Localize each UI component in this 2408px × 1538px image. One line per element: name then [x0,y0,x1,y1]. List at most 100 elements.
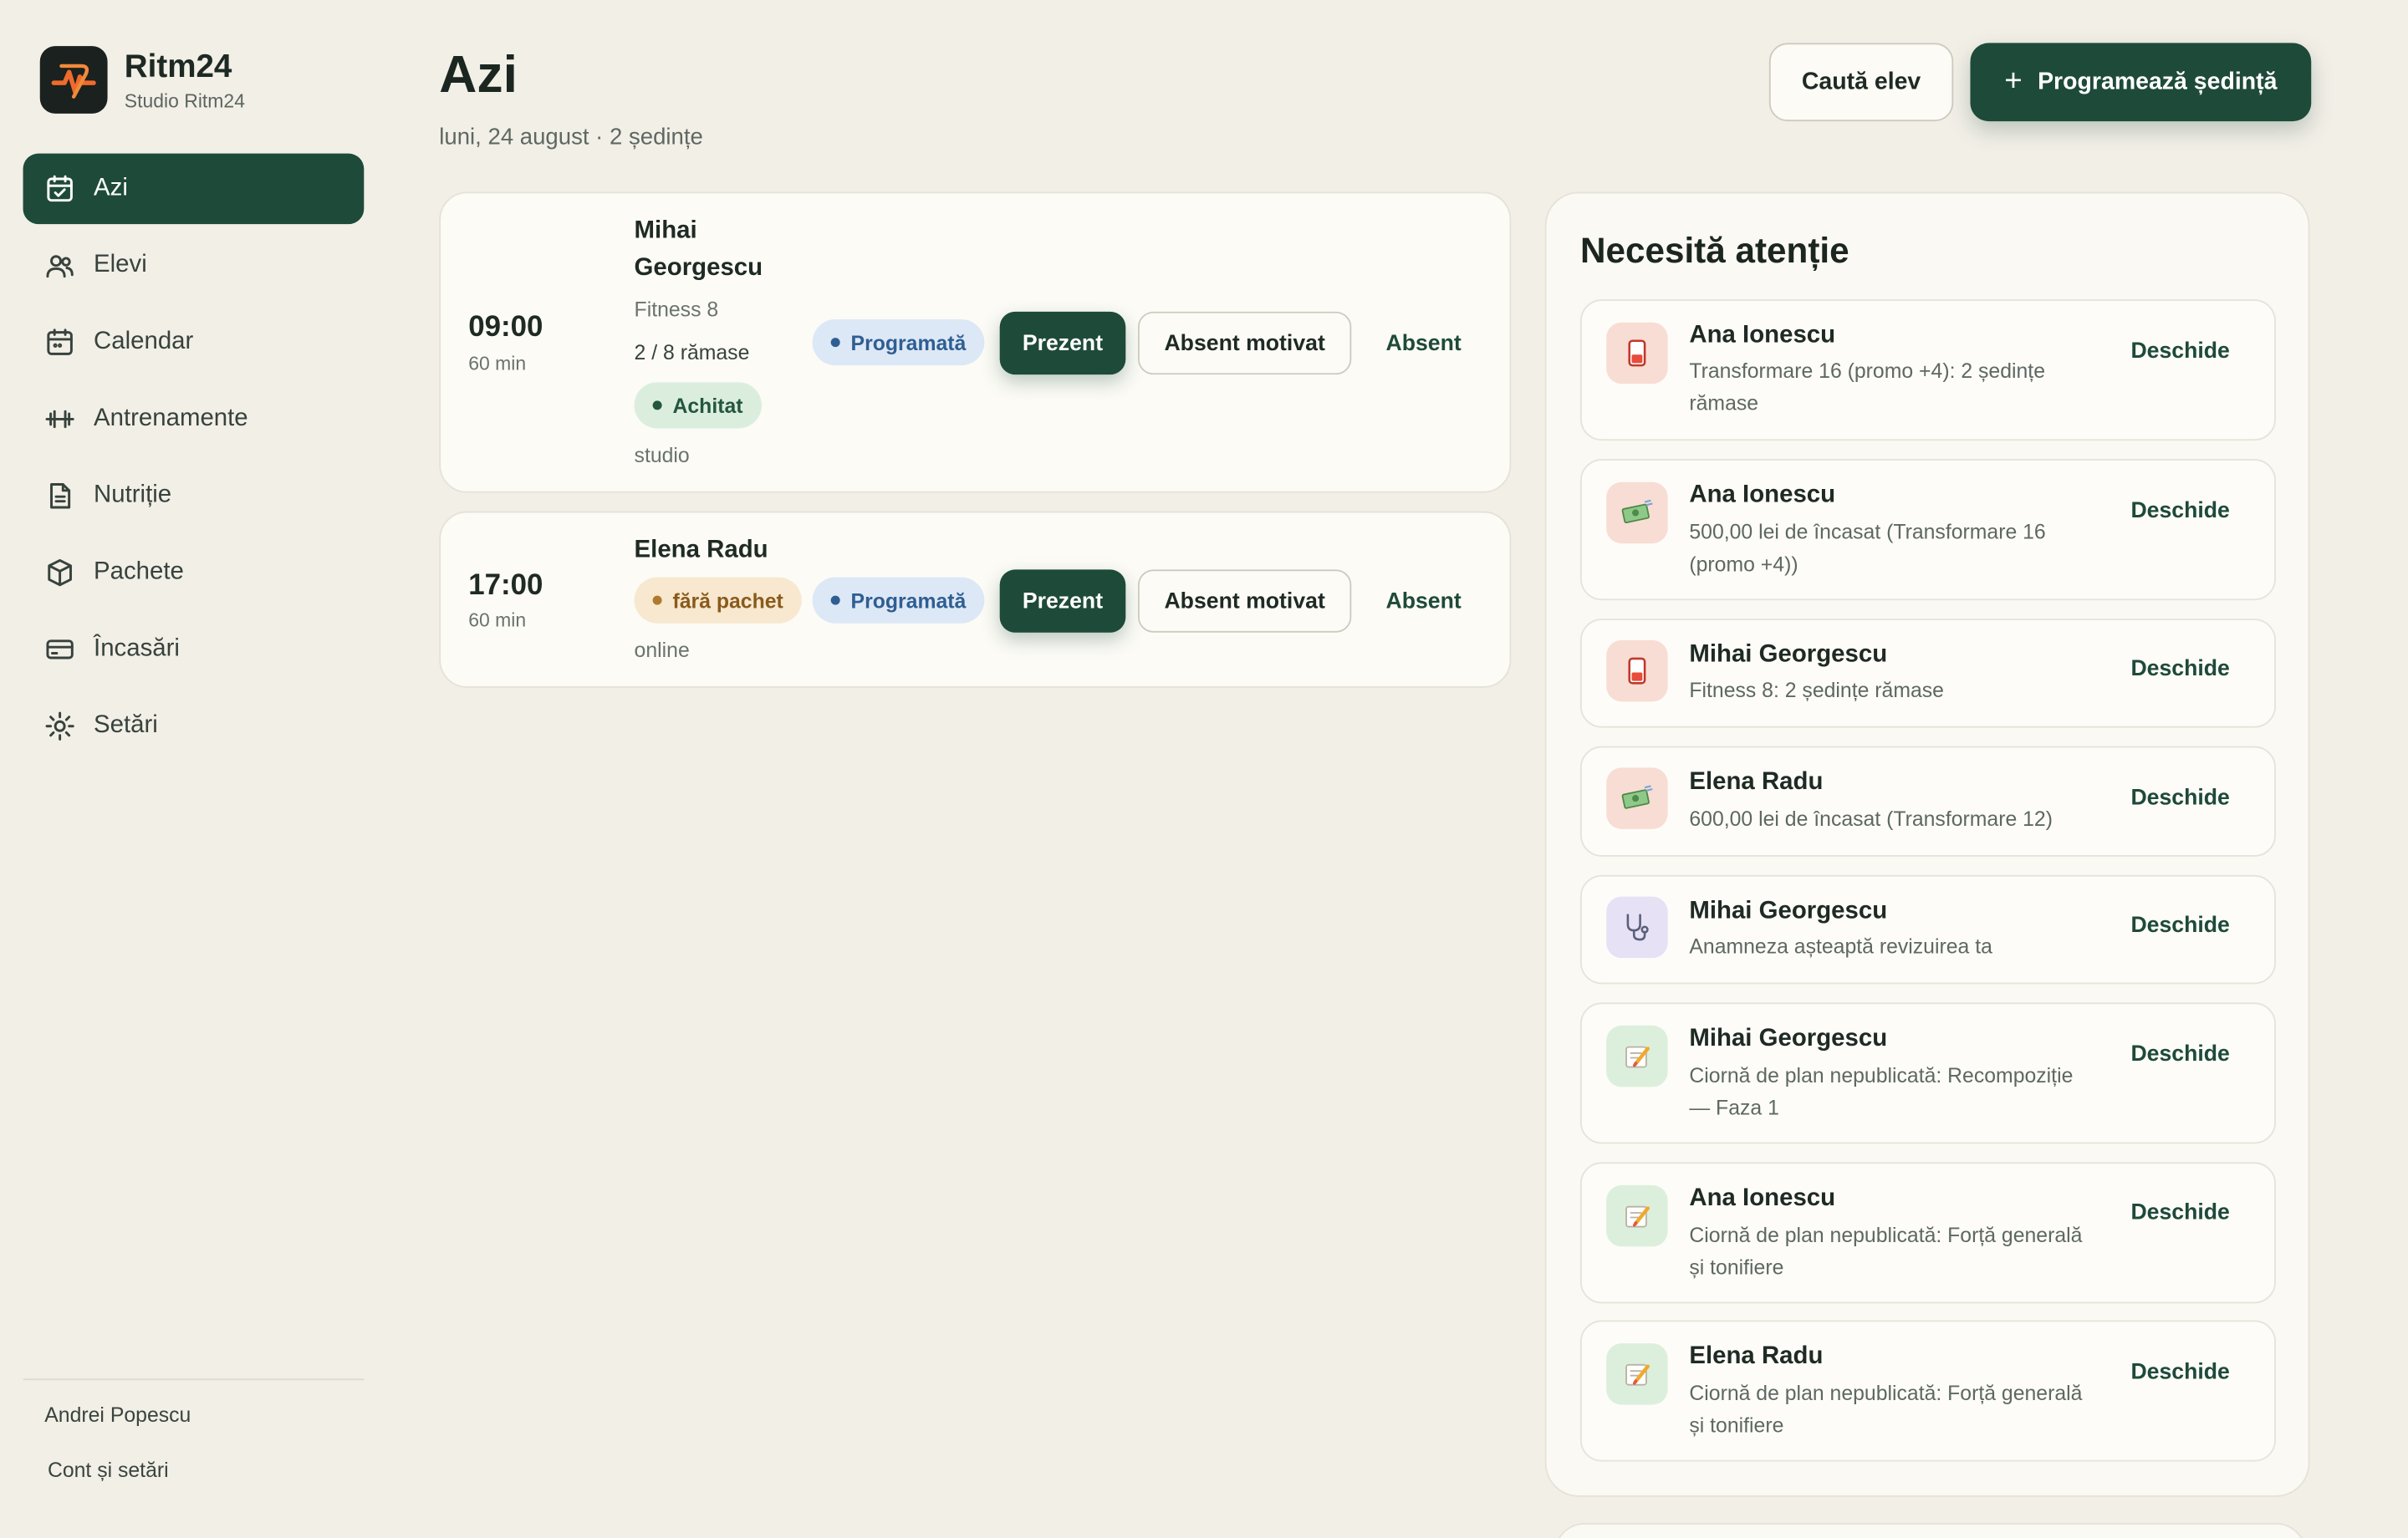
package-badge: fără pachet [634,577,802,624]
next-panel-edge [1553,1523,2307,1538]
attention-item-name: Ana Ionescu [1689,1184,1836,1212]
absent-button[interactable]: Absent [1370,312,1477,374]
sidebar-item-label: Elevi [94,252,147,278]
credit-card-icon [44,634,75,665]
attention-item: Ana Ionescu 500,00 lei de încasat (Trans… [1579,459,2276,601]
schedule-session-label: Programează ședință [2038,68,2278,94]
money-icon [1606,767,1668,829]
sidebar-item-label: Pachete [94,558,184,585]
open-button[interactable]: Deschide [2130,786,2229,810]
open-button[interactable]: Deschide [2130,1200,2229,1225]
attention-item-name: Mihai Georgescu [1689,898,1888,924]
sidebar-item-label: Azi [94,175,128,201]
sidebar-item-incasari[interactable]: Încasări [23,614,365,685]
attention-item: Ana Ionescu Ciornă de plan nepublicată: … [1579,1162,2276,1304]
app-name: Ritm24 [124,48,232,84]
logo-icon [39,46,108,114]
session-location: studio [634,443,690,467]
status-dot [652,400,662,410]
attention-item-desc: Fitness 8: 2 ședințe rămase [1689,678,1944,702]
hourglass-icon [1606,639,1668,702]
payment-badge-label: Achitat [672,394,743,417]
sidebar-item-pachete[interactable]: Pachete [23,537,365,608]
excused-absence-button[interactable]: Absent motivat [1137,311,1352,375]
attention-panel: Necesită atenție Ana Ionescu Transformar… [1544,191,2310,1497]
attention-item-desc: Ciornă de plan nepublicată: Forță genera… [1689,1382,2083,1438]
page-subtitle: luni, 24 august · 2 ședințe [439,124,703,150]
session-student-name[interactable]: Elena Radu [635,532,768,569]
open-button[interactable]: Deschide [2130,1360,2229,1384]
session-card: 17:00 60 min Elena Radu fără pachet Prog… [439,511,1512,688]
search-student-button[interactable]: Caută elev [1768,43,1954,122]
document-icon [44,481,75,512]
absent-button[interactable]: Absent [1370,569,1477,632]
sidebar-item-elevi[interactable]: Elevi [23,231,365,301]
open-button[interactable]: Deschide [2130,914,2229,938]
sidebar-item-antrenamente[interactable]: Antrenamente [23,384,365,454]
attention-item: Elena Radu 600,00 lei de încasat (Transf… [1579,746,2276,857]
attention-item-name: Elena Radu [1689,769,1824,796]
plus-icon: + [2004,64,2023,99]
open-button[interactable]: Deschide [2130,499,2229,523]
attention-item-desc: Transformare 16 (promo +4): 2 ședințe ră… [1689,359,2045,415]
sidebar-item-nutritie[interactable]: Nutriție [23,461,365,531]
open-button[interactable]: Deschide [2130,339,2229,364]
session-time: 17:00 [468,569,543,602]
attention-item-name: Mihai Georgescu [1689,641,1888,668]
package-icon [44,558,75,588]
sidebar-nav: Azi Elevi Calendar Antrenamente Nutriție [23,153,365,768]
status-badge-label: Programată [850,588,967,612]
sidebar-item-label: Calendar [94,328,194,355]
sidebar-item-setari[interactable]: Setări [23,691,365,761]
calendar-icon [44,327,75,358]
payment-badge: Achitat [634,382,762,429]
status-badge: Programată [812,319,985,366]
users-icon [44,250,75,281]
sidebar-item-label: Setări [94,712,158,739]
package-badge-label: fără pachet [672,588,783,612]
page-title: Azi [439,46,518,104]
dumbbell-icon [44,404,75,435]
session-duration: 60 min [468,609,527,631]
status-dot [830,338,840,348]
attention-item-name: Ana Ionescu [1689,322,1836,349]
money-icon [1606,481,1668,544]
attention-item-desc: Ciornă de plan nepublicată: Forță genera… [1689,1223,2083,1279]
memo-icon [1606,1025,1668,1087]
status-badge-label: Programată [850,330,967,354]
session-card: 09:00 60 min Mihai Georgescu Fitness 8 2… [439,191,1512,493]
sidebar-item-label: Antrenamente [94,405,248,432]
session-package: Fitness 8 [634,298,719,321]
attention-item: Mihai Georgescu Fitness 8: 2 ședințe răm… [1579,619,2276,728]
stethoscope-icon [1606,896,1668,959]
studio-name: Studio Ritm24 [124,89,245,112]
gear-icon [44,710,75,741]
brand: Ritm24 Studio Ritm24 [39,46,245,114]
attention-item-desc: Anamneza așteaptă revizuirea ta [1689,935,1992,959]
session-time: 09:00 [468,311,543,344]
present-button[interactable]: Prezent [999,311,1126,375]
sidebar-item-azi[interactable]: Azi [23,153,365,225]
open-button[interactable]: Deschide [2130,657,2229,681]
hourglass-icon [1606,322,1668,384]
sidebar-item-label: Nutriție [94,481,172,508]
schedule-session-button[interactable]: + Programează ședință [1970,43,2312,122]
current-user[interactable]: Andrei Popescu [44,1403,191,1427]
account-settings-link[interactable]: Cont și setări [48,1459,169,1482]
calendar-check-icon [44,174,75,205]
memo-icon [1606,1343,1668,1405]
present-button[interactable]: Prezent [999,569,1126,633]
attention-item-desc: 500,00 lei de încasat (Transformare 16 (… [1689,520,2046,576]
attention-item-name: Ana Ionescu [1689,481,1836,508]
session-student-name[interactable]: Mihai Georgescu [635,213,788,287]
excused-absence-button[interactable]: Absent motivat [1137,569,1352,633]
attention-item-name: Mihai Georgescu [1689,1025,1888,1052]
attention-item: Mihai Georgescu Anamneza așteaptă revizu… [1579,874,2276,985]
attention-title: Necesită atenție [1579,230,1849,271]
sidebar-item-calendar[interactable]: Calendar [23,307,365,377]
session-location: online [634,639,690,662]
open-button[interactable]: Deschide [2130,1042,2229,1067]
attention-item-desc: Ciornă de plan nepublicată: Recompoziție… [1689,1063,2074,1119]
session-duration: 60 min [468,353,527,375]
sidebar-item-label: Încasări [94,635,180,662]
